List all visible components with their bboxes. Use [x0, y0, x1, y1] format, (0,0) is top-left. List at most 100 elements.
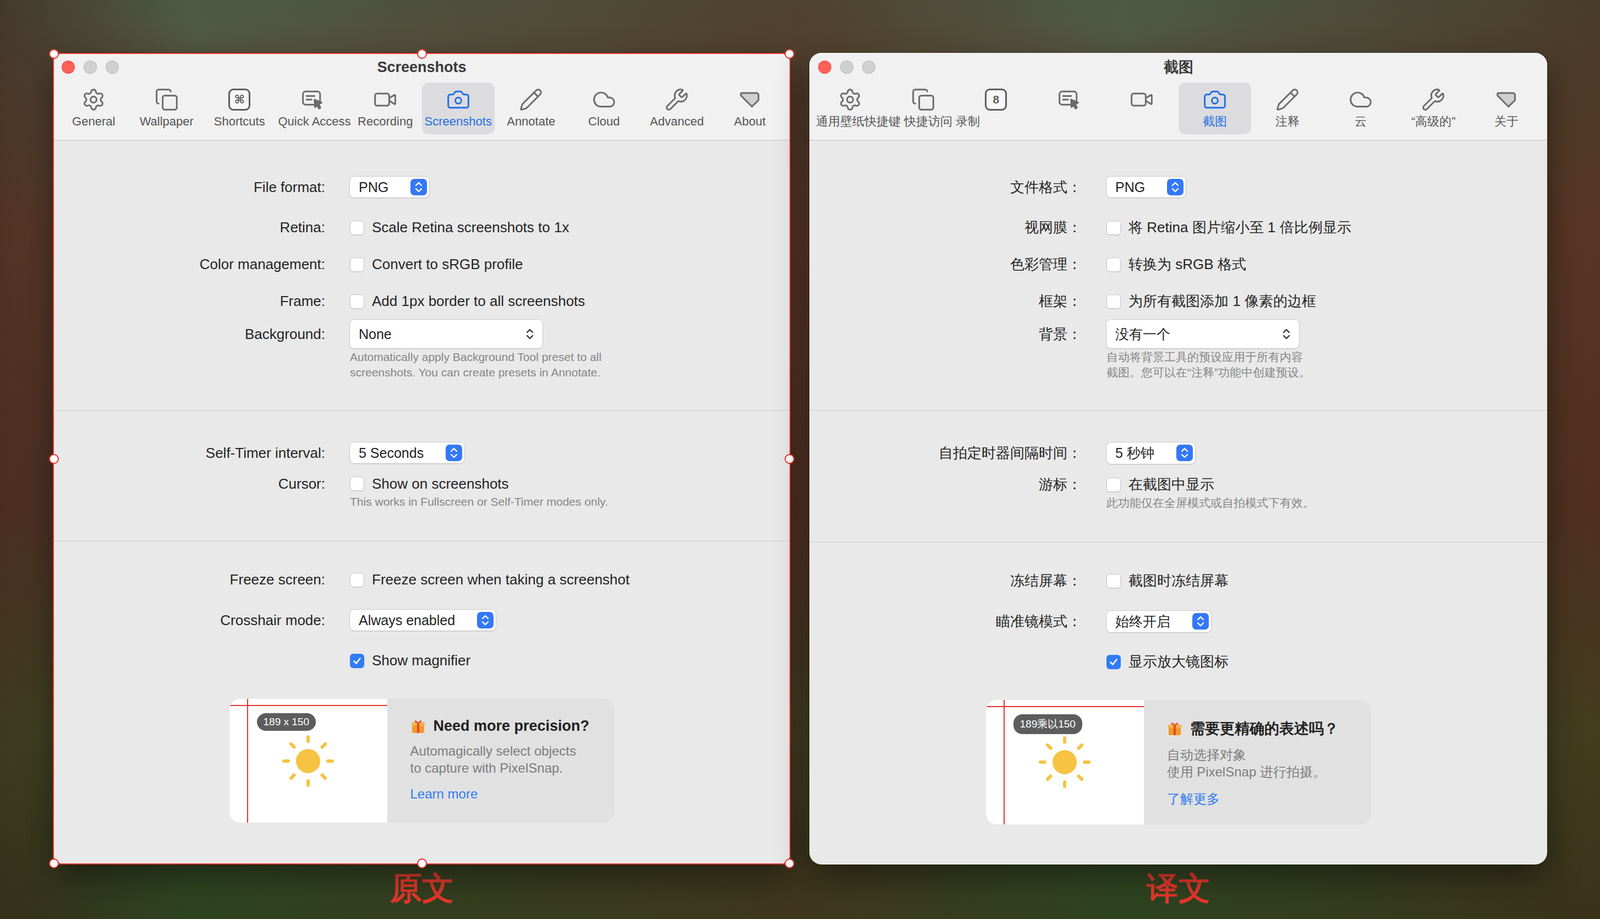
checkbox-row[interactable]: 在截图中显示	[1106, 474, 1548, 495]
setting-row: 游标：在截图中显示此功能仅在全屏模式或自拍模式下有效。	[809, 474, 1548, 513]
toolbar-tab[interactable]	[886, 82, 961, 135]
toolbar-tab[interactable]: 注释	[1251, 82, 1325, 135]
checkbox[interactable]	[349, 572, 365, 588]
toolbar-tab[interactable]: 截图	[1178, 82, 1252, 135]
checkbox-row[interactable]: 截图时冻结屏幕	[1106, 571, 1548, 591]
toolbar-tab[interactable]: Recording	[348, 82, 423, 135]
caption: 原文	[52, 869, 791, 907]
checkbox-row[interactable]: Show magnifier	[349, 651, 791, 670]
tab-label: Quick Access	[278, 114, 348, 129]
tab-icon-slot: 8	[983, 86, 1009, 113]
setting-row: 色彩管理：转换为 sRGB 格式	[809, 245, 1548, 283]
toolbar-tab[interactable]: 通用壁纸快捷键 快捷访问 录制	[813, 82, 887, 135]
video-camera-icon	[373, 87, 398, 112]
checkbox-text: 在截图中显示	[1128, 474, 1215, 495]
setting-label: Self-Timer interval:	[52, 444, 326, 462]
selection-handle[interactable]	[784, 858, 795, 869]
checkbox[interactable]	[349, 257, 365, 272]
checkbox[interactable]	[349, 220, 365, 235]
tab-label: Recording	[351, 114, 420, 129]
checkbox[interactable]	[1106, 294, 1121, 309]
minimize-button[interactable]	[840, 60, 854, 74]
checkbox-row[interactable]: Convert to sRGB profile	[349, 255, 791, 273]
checkbox[interactable]	[1106, 654, 1121, 670]
setting-row: File format:PNG	[52, 165, 791, 210]
tab-icon-slot	[445, 86, 471, 113]
popup-button[interactable]: 始终开启	[1106, 610, 1212, 633]
toolbar-tab[interactable]: ⌘Shortcuts	[203, 82, 277, 135]
selection-handle[interactable]	[48, 453, 59, 464]
checkbox-row[interactable]: Scale Retina screenshots to 1x	[349, 218, 791, 237]
promo-title: Need more precision?	[410, 717, 601, 735]
traffic-lights	[61, 60, 172, 74]
checkbox[interactable]	[349, 476, 365, 491]
setting-row: 背景：没有一个自动将背景工具的预设应用于所有内容截图。您可以在“注释”功能中创建…	[809, 319, 1548, 383]
promo-line: 自动选择对象	[1166, 746, 1357, 764]
popup-button[interactable]: Always enabled	[349, 609, 496, 631]
tab-label: Annotate	[496, 114, 566, 129]
toolbar-tab[interactable]: Annotate	[494, 82, 568, 135]
popup-button[interactable]: PNG	[349, 176, 430, 198]
setting-row: 自拍定时器间隔时间：5 秒钟	[809, 430, 1548, 475]
checkbox[interactable]	[349, 294, 365, 309]
toolbar-tab[interactable]: About	[713, 82, 787, 135]
toolbar-tab[interactable]: 8	[959, 82, 1033, 135]
toolbar-tab[interactable]: Wallpaper	[130, 82, 204, 135]
settings-section: File format:PNGRetina:Scale Retina scree…	[52, 140, 791, 410]
selection-handle[interactable]	[784, 453, 795, 464]
toolbar-tab[interactable]: 云	[1324, 82, 1398, 135]
tab-icon-slot	[154, 86, 180, 113]
popup-button[interactable]: 5 秒钟	[1106, 442, 1196, 464]
toolbar-tab[interactable]: “高级的”	[1396, 82, 1471, 135]
zoom-button[interactable]	[105, 60, 119, 74]
learn-more-link[interactable]: 了解更多	[1166, 790, 1357, 808]
checkbox[interactable]	[1106, 573, 1121, 589]
toolbar-tab[interactable]: Screenshots	[422, 82, 496, 135]
setting-row: 框架：为所有截图添加 1 像素的边框	[809, 282, 1548, 320]
selection-handle[interactable]	[48, 858, 59, 869]
desktop: Screenshots GeneralWallpaper⌘ShortcutsQui…	[0, 0, 1600, 919]
checkbox[interactable]	[1106, 220, 1121, 235]
selection-handle[interactable]	[48, 48, 59, 59]
checkbox-row[interactable]: 将 Retina 图片缩小至 1 倍比例显示	[1106, 217, 1548, 238]
title-bar: 截图	[809, 52, 1548, 82]
learn-more-link[interactable]: Learn more	[410, 786, 601, 802]
checkbox[interactable]	[1106, 477, 1121, 492]
toolbar-tab[interactable]	[1105, 82, 1179, 135]
selection-handle[interactable]	[784, 48, 795, 59]
checkbox-row[interactable]: Add 1px border to all screenshots	[349, 292, 791, 310]
toolbar-tab[interactable]: Cloud	[567, 82, 641, 135]
checkbox[interactable]	[1106, 257, 1121, 272]
pencil-icon	[1275, 87, 1300, 112]
note-line: 自动将背景工具的预设应用于所有内容	[1106, 349, 1548, 365]
minimize-button[interactable]	[83, 60, 97, 74]
checkbox-text: Show magnifier	[371, 651, 471, 670]
toolbar-tab[interactable]: Quick Access	[276, 82, 350, 135]
toolbar-tab[interactable]: General	[57, 82, 131, 135]
toolbar-tab[interactable]: Advanced	[640, 82, 714, 135]
setting-label: 瞄准镜模式：	[809, 611, 1082, 632]
popup-button[interactable]: 没有一个	[1106, 319, 1300, 349]
zoom-button[interactable]	[862, 60, 876, 74]
checkbox-row[interactable]: Show on screenshots	[349, 475, 791, 493]
tab-icon-slot	[518, 86, 544, 113]
close-button[interactable]	[61, 60, 75, 74]
popup-button[interactable]: None	[349, 319, 543, 349]
checkbox-row[interactable]: Freeze screen when taking a screenshot	[349, 571, 791, 589]
setting-row: Show magnifier	[52, 642, 791, 679]
toolbar-tab[interactable]	[1032, 82, 1106, 135]
checkbox-row[interactable]: 显示放大镜图标	[1106, 651, 1548, 672]
setting-label: 文件格式：	[809, 177, 1082, 197]
selection-handle[interactable]	[417, 858, 427, 869]
checkbox[interactable]	[349, 653, 365, 668]
popup-button[interactable]: PNG	[1106, 176, 1186, 198]
toolbar-tab[interactable]: 关于	[1470, 82, 1544, 135]
window-title: 截图	[928, 57, 1429, 78]
popup-button[interactable]: 5 Seconds	[349, 442, 465, 464]
checkbox-row[interactable]: 转换为 sRGB 格式	[1106, 254, 1548, 275]
selection-handle[interactable]	[417, 48, 427, 59]
tab-icon-slot	[664, 86, 690, 113]
crosshair-line	[1003, 699, 1005, 825]
checkbox-row[interactable]: 为所有截图添加 1 像素的边框	[1106, 291, 1548, 311]
close-button[interactable]	[818, 60, 832, 74]
